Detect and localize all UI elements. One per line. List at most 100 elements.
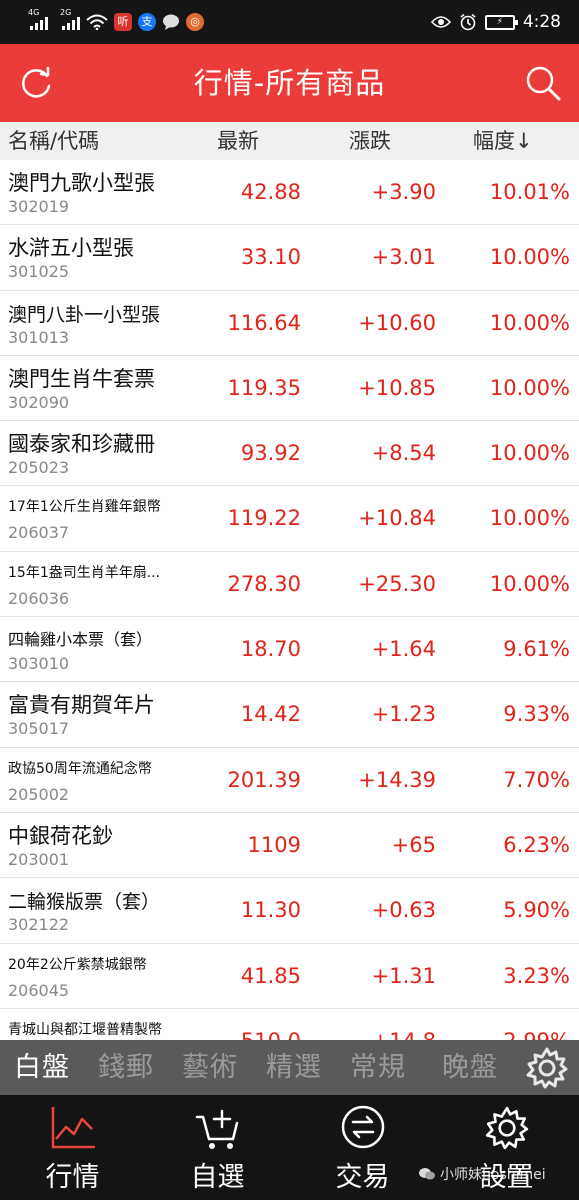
item-price: 18.70: [240, 637, 301, 662]
item-code: 301013: [8, 327, 70, 347]
column-header: 名稱/代碼 最新 漲跌 幅度↓: [0, 122, 579, 160]
item-price: 201.39: [227, 767, 301, 792]
wifi-icon: [86, 14, 108, 30]
col-pct-sort[interactable]: 幅度↓: [473, 122, 533, 160]
table-row[interactable]: 水滸五小型張 301025 33.10 +3.01 10.00%: [0, 225, 579, 291]
item-change: +0.63: [371, 898, 436, 923]
tab-yishu[interactable]: 藝術: [182, 1040, 238, 1095]
item-code: 205023: [8, 458, 70, 478]
table-row[interactable]: 四輪雞小本票（套） 303010 18.70 +1.64 9.61%: [0, 617, 579, 683]
item-pct: 9.61%: [503, 637, 570, 662]
cart-add-icon: [195, 1109, 238, 1149]
item-change: +10.85: [358, 375, 436, 400]
item-change: +25.30: [358, 571, 436, 596]
table-row[interactable]: 二輪猴版票（套） 302122 11.30 +0.63 5.90%: [0, 878, 579, 944]
item-code: 206036: [8, 588, 70, 608]
col-change[interactable]: 漲跌: [349, 122, 391, 160]
table-row[interactable]: 國泰家和珍藏冊 205023 93.92 +8.54 10.00%: [0, 421, 579, 487]
tab-jingxuan[interactable]: 精選: [266, 1040, 322, 1095]
tab-qianyou[interactable]: 錢郵: [98, 1040, 154, 1095]
item-name: 17年1公斤生肖雞年銀幣: [8, 499, 161, 516]
item-price: 93.92: [240, 441, 301, 466]
watermark: 小师妹hoshimei: [418, 1164, 546, 1184]
item-pct: 10.00%: [489, 310, 570, 335]
tab-baipan[interactable]: 白盤: [14, 1040, 70, 1095]
alipay-icon: 支: [138, 13, 156, 31]
table-row[interactable]: 青城山與都江堰普精製幣 510.0 +14.8 2.99%: [0, 1008, 579, 1040]
tab-wanpan[interactable]: 晚盤: [442, 1040, 498, 1095]
search-icon: [526, 66, 561, 101]
item-code: 302090: [8, 392, 70, 412]
notification-app-icon-1: 听: [114, 13, 132, 31]
table-row[interactable]: 中銀荷花鈔 203001 1109 +65 6.23%: [0, 812, 579, 879]
item-pct: 9.33%: [503, 702, 570, 727]
item-code: 203001: [8, 849, 70, 869]
item-change: +1.23: [371, 702, 436, 727]
nav-settings[interactable]: 設置: [434, 1095, 579, 1200]
wechat-icon: [419, 1168, 435, 1180]
item-price: 278.30: [227, 571, 301, 596]
battery-icon: ⚡: [484, 14, 518, 30]
col-price[interactable]: 最新: [217, 122, 259, 160]
gear-icon[interactable]: [525, 1046, 569, 1090]
item-change: +10.84: [358, 506, 436, 531]
chart-icon: [51, 1107, 95, 1149]
network-label-1: 4G: [28, 8, 40, 17]
tab-changgui[interactable]: 常規: [350, 1040, 406, 1095]
item-price: 14.42: [240, 702, 301, 727]
item-price: 1109: [247, 832, 301, 857]
item-name: 20年2公斤紫禁城銀幣: [8, 956, 147, 973]
table-row[interactable]: 20年2公斤紫禁城銀幣 206045 41.85 +1.31 3.23%: [0, 943, 579, 1009]
table-row[interactable]: 15年1盎司生肖羊年扇... 206036 278.30 +25.30 10.0…: [0, 551, 579, 618]
item-code: 206045: [8, 980, 70, 1000]
item-code: 302019: [8, 197, 70, 216]
nav-market[interactable]: 行情: [0, 1095, 145, 1200]
item-name: 四輪雞小本票（套）: [8, 630, 153, 650]
nav-label-market: 行情: [45, 1162, 100, 1193]
nav-label-trade: 交易: [335, 1162, 390, 1193]
item-name: 15年1盎司生肖羊年扇...: [8, 564, 161, 581]
item-name: 澳門八卦一小型張: [8, 303, 161, 326]
nav-trade[interactable]: 交易: [290, 1095, 435, 1200]
nav-watchlist[interactable]: 自選: [145, 1095, 290, 1200]
watermark-text: 小师妹hoshimei: [440, 1167, 546, 1183]
item-name: 中銀荷花鈔: [8, 823, 113, 848]
message-icon: [163, 14, 179, 30]
item-price: 119.35: [227, 375, 301, 400]
item-code: 205002: [8, 784, 70, 804]
item-price: 11.30: [240, 898, 301, 923]
table-row[interactable]: 澳門生肖牛套票 302090 119.35 +10.85 10.00%: [0, 355, 579, 422]
item-pct: 10.00%: [489, 571, 570, 596]
bottom-nav: 行情 自選 交易 設置 小师妹hoshimei: [0, 1095, 579, 1200]
network-label-2: 2G: [60, 8, 72, 17]
status-right: ⚡ 4:28: [430, 8, 561, 36]
item-change: +14.39: [358, 767, 436, 792]
item-code: 301025: [8, 262, 70, 282]
item-pct: 2.99%: [503, 1029, 570, 1040]
signal-icon-2: 2G: [60, 8, 80, 30]
item-pct: 7.70%: [503, 767, 570, 792]
table-row[interactable]: 富貴有期賀年片 305017 14.42 +1.23 9.33%: [0, 682, 579, 748]
item-name: 水滸五小型張: [8, 236, 134, 261]
item-pct: 5.90%: [503, 898, 570, 923]
item-code: 303010: [8, 654, 70, 674]
table-row[interactable]: 澳門九歌小型張 302019 42.88 +3.90 10.01%: [0, 160, 579, 226]
item-pct: 10.00%: [489, 506, 570, 531]
nav-label-watchlist: 自選: [190, 1162, 245, 1193]
table-row[interactable]: 17年1公斤生肖雞年銀幣 206037 119.22 +10.84 10.00%: [0, 486, 579, 552]
item-change: +1.31: [371, 963, 436, 988]
col-name[interactable]: 名稱/代碼: [8, 122, 99, 160]
item-pct: 10.01%: [489, 180, 570, 204]
item-code: 206037: [8, 523, 70, 543]
quote-list: 澳門九歌小型張 302019 42.88 +3.90 10.01% 水滸五小型張…: [0, 160, 579, 1040]
table-row[interactable]: 政協50周年流通紀念幣 205002 201.39 +14.39 7.70%: [0, 747, 579, 813]
category-tab-bar: 白盤 錢郵 藝術 精選 常規 晚盤: [0, 1040, 579, 1095]
item-name: 澳門九歌小型張: [8, 171, 155, 195]
search-button[interactable]: [521, 61, 565, 105]
item-change: +14.8: [372, 1029, 436, 1040]
item-pct: 10.00%: [489, 245, 570, 270]
table-row[interactable]: 澳門八卦一小型張 301013 116.64 +10.60 10.00%: [0, 290, 579, 356]
item-price: 119.22: [227, 506, 301, 531]
app-header: 行情-所有商品: [0, 44, 579, 122]
status-left: 4G 2G 听 支 ◎: [28, 8, 204, 36]
